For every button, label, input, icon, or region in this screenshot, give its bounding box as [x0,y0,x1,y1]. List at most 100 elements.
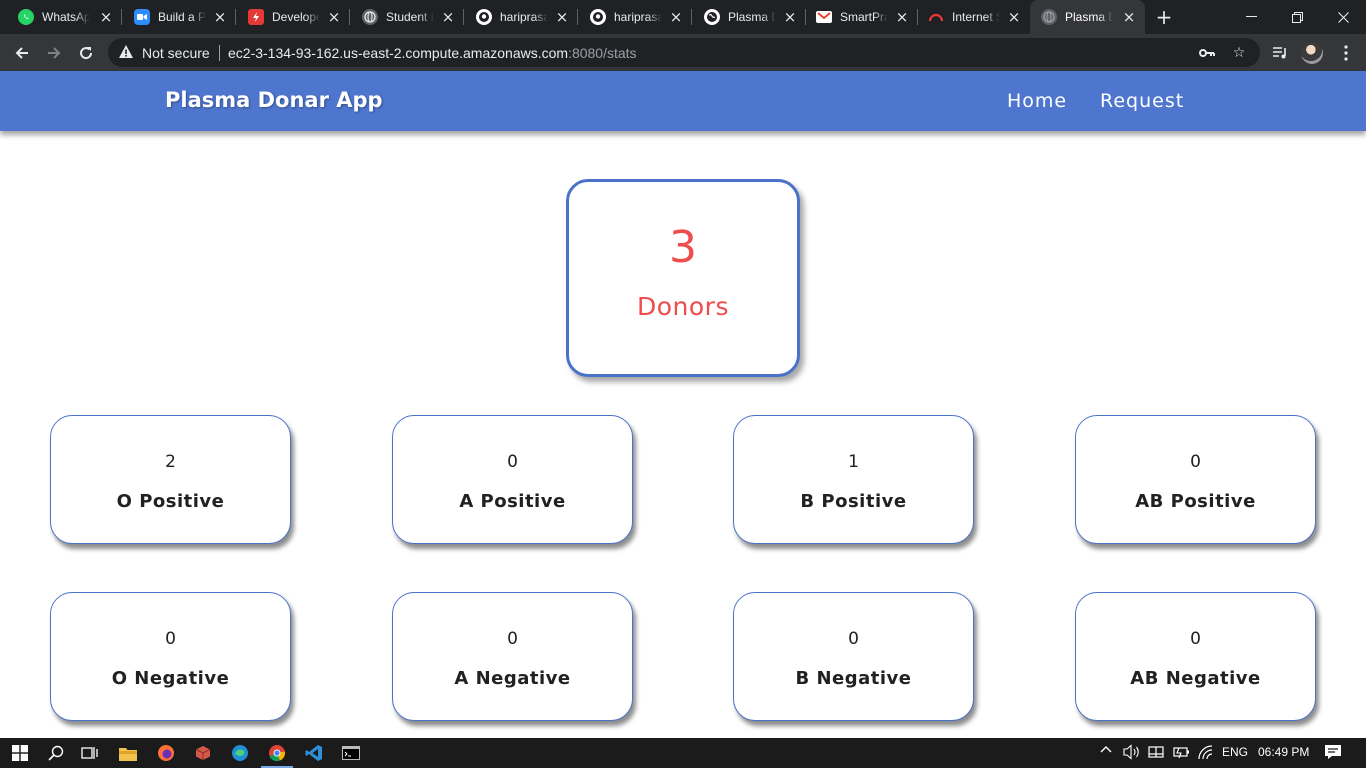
browser-tab[interactable]: Build a Plasma × [122,0,236,34]
blood-group-label: A Negative [454,668,571,689]
forward-button[interactable] [40,39,68,67]
browser-tab[interactable]: Internet S × [918,0,1030,34]
windows-start-icon[interactable] [10,743,30,763]
clock-time[interactable]: 06:49 PM [1258,745,1309,759]
close-tab-icon[interactable]: × [554,9,570,25]
search-icon[interactable] [46,743,66,763]
blood-group-label: B Negative [795,668,912,689]
task-view-icon[interactable] [80,743,100,763]
media-control-icon[interactable] [1270,43,1290,63]
edge-icon[interactable] [230,743,250,763]
globe-icon [1041,9,1057,25]
github-icon [590,9,606,25]
blood-group-card-o-positive: 2 O Positive [50,415,291,544]
browser-tab-active[interactable]: Plasma D × [1030,0,1145,34]
blood-group-count: 0 [848,629,859,649]
back-button[interactable] [8,39,36,67]
whatsapp-icon [18,9,34,25]
touchpad-icon[interactable] [1148,745,1164,762]
close-tab-icon[interactable]: × [782,9,798,25]
star-icon[interactable]: ☆ [1230,44,1248,62]
browser-tab[interactable]: Developer × [236,0,350,34]
app-brand[interactable]: Plasma Donar App [165,88,383,112]
wifi-icon[interactable] [1197,744,1215,763]
forward-arrow-icon [48,47,61,59]
package-app-icon[interactable] [193,743,213,763]
blood-group-card-b-negative: 0 B Negative [733,592,974,721]
close-tab-icon[interactable]: × [668,9,684,25]
browser-tab[interactable]: hariprasad × [578,0,692,34]
browser-toolbar: Not secure ec2-3-134-93-162.us-east-2.co… [0,34,1366,71]
tab-title: hariprasad [500,10,548,24]
reload-icon [80,47,93,60]
close-tab-icon[interactable]: × [212,9,228,25]
tab-title: WhatsApp [42,10,90,24]
blood-group-count: 0 [1190,452,1201,472]
url-path: :8080/stats [568,45,637,61]
terminal-icon[interactable] [341,743,361,763]
notifications-icon[interactable] [1324,744,1342,763]
total-donors-card: 3 Donors [566,179,800,377]
blood-group-card-ab-positive: 0 AB Positive [1075,415,1316,544]
browser-tab[interactable]: hariprasad × [464,0,578,34]
restore-icon [1291,11,1303,23]
blood-group-label: O Negative [111,668,230,689]
browser-tab[interactable]: WhatsApp × [0,0,122,34]
tab-title: Plasma D [728,10,776,24]
menu-kebab-icon[interactable] [1336,43,1356,63]
nav-home-link[interactable]: Home [1007,90,1067,112]
blood-group-label: B Positive [800,491,907,512]
blood-group-card-b-positive: 1 B Positive [733,415,974,544]
tab-title: Student D [386,10,434,24]
close-tab-icon[interactable]: × [894,9,910,25]
close-window-button[interactable] [1320,0,1366,34]
restore-button[interactable] [1274,0,1320,34]
security-label[interactable]: Not secure [142,45,210,61]
vscode-icon[interactable] [304,743,324,763]
blood-group-card-ab-negative: 0 AB Negative [1075,592,1316,721]
profile-avatar[interactable] [1301,42,1323,64]
windows-taskbar: ENG 06:49 PM [0,738,1366,768]
file-explorer-icon[interactable] [118,743,138,763]
browser-tab[interactable]: SmartPra × [806,0,918,34]
close-tab-icon[interactable]: × [1006,9,1022,25]
firefox-icon[interactable] [156,743,176,763]
key-icon[interactable] [1198,44,1216,62]
blood-group-label: AB Positive [1135,491,1256,512]
minimize-button[interactable] [1228,0,1274,34]
minimize-icon [1245,16,1257,17]
gmail-icon [816,11,832,23]
blood-group-card-o-negative: 0 O Negative [50,592,291,721]
battery-icon[interactable] [1172,745,1190,762]
browser-tab[interactable]: Student D × [350,0,464,34]
close-tab-icon[interactable]: × [326,9,342,25]
tab-title: hariprasad [614,10,662,24]
url-text[interactable]: ec2-3-134-93-162.us-east-2.compute.amazo… [228,45,637,61]
nav-request-link[interactable]: Request [1100,90,1184,112]
address-bar[interactable]: Not secure ec2-3-134-93-162.us-east-2.co… [108,38,1260,67]
close-tab-icon[interactable]: × [98,9,114,25]
volume-icon[interactable] [1123,744,1141,763]
blood-group-count: 2 [165,452,176,472]
speedtest-icon [928,9,944,25]
close-tab-icon[interactable]: × [440,9,456,25]
tab-title: Internet S [952,10,1000,24]
new-tab-button[interactable]: + [1152,5,1176,29]
input-language[interactable]: ENG [1222,745,1248,759]
url-host: ec2-3-134-93-162.us-east-2.compute.amazo… [228,45,569,61]
show-hidden-icons-icon[interactable] [1100,744,1112,759]
chrome-icon[interactable] [261,743,293,768]
blood-group-label: A Positive [459,491,566,512]
close-icon [1337,11,1349,23]
tab-title: SmartPra [840,10,888,24]
browser-tab[interactable]: Plasma D × [692,0,806,34]
warning-icon[interactable] [118,44,134,60]
close-tab-icon[interactable]: × [1121,9,1137,25]
blood-group-card-a-negative: 0 A Negative [392,592,633,721]
back-arrow-icon [15,47,28,59]
blood-group-count: 0 [165,629,176,649]
browser-tab-strip: WhatsApp × Build a Plasma × Developer × … [0,0,1366,34]
reload-button[interactable] [72,39,100,67]
tab-title: Build a Plasma [158,10,206,24]
blood-group-card-a-positive: 0 A Positive [392,415,633,544]
